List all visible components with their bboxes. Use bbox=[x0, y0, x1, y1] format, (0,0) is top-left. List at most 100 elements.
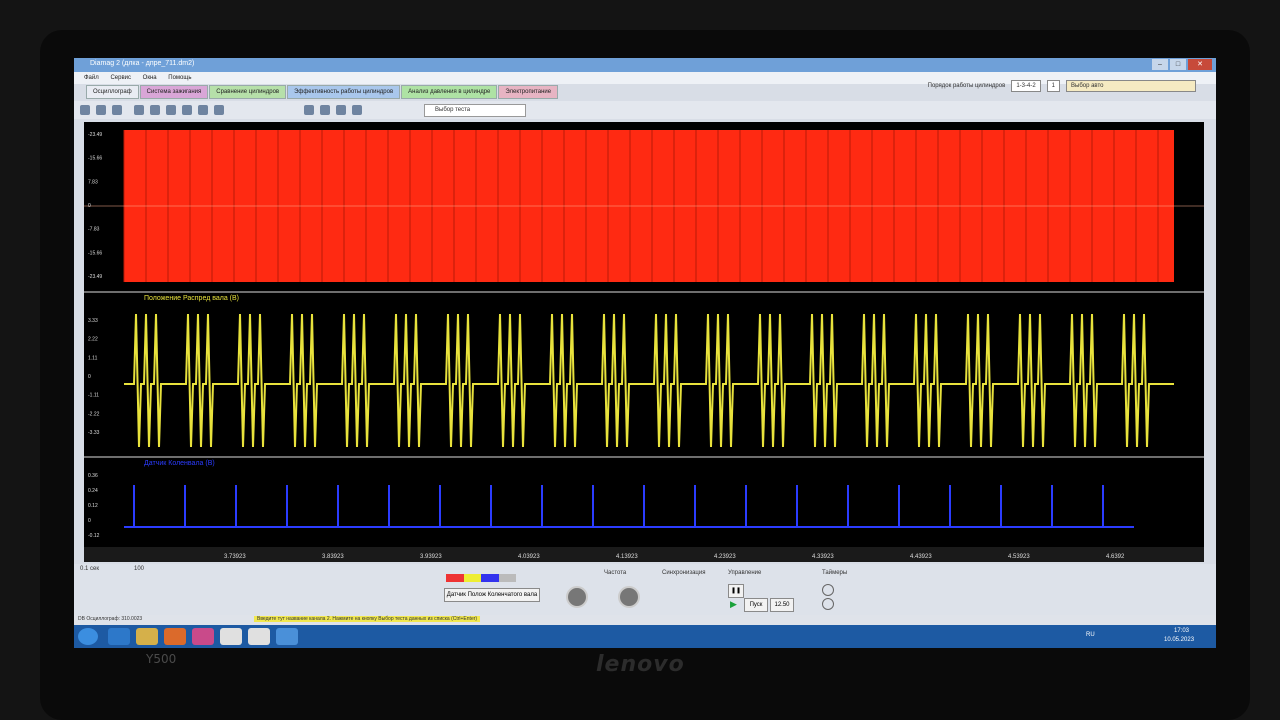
channel-blue-button[interactable] bbox=[481, 574, 499, 582]
laptop-brand-logo: lenovo bbox=[596, 652, 685, 677]
y-tick-label: 0.24 bbox=[88, 488, 98, 494]
play-icon[interactable]: ▶ bbox=[730, 599, 737, 610]
control-label: Управление bbox=[728, 570, 762, 576]
new-file-icon[interactable] bbox=[80, 105, 90, 115]
explorer-icon[interactable] bbox=[136, 628, 158, 645]
y-tick-label: -23.49 bbox=[88, 274, 102, 280]
status-bar: DB Осциллограф: 310.0023 Введите тут наз… bbox=[74, 615, 1216, 625]
tab-oscilloscope[interactable]: Осциллограф bbox=[86, 85, 139, 99]
measure-icon[interactable] bbox=[166, 105, 176, 115]
x-tick-label: 3.93923 bbox=[420, 554, 442, 560]
mode-select[interactable]: Выбор авто bbox=[1066, 80, 1196, 92]
y-tick-label: -1.11 bbox=[88, 393, 99, 399]
minimize-button[interactable]: – bbox=[1152, 59, 1168, 70]
channel-yellow-button[interactable] bbox=[463, 574, 481, 582]
tab-cylinder-efficiency[interactable]: Эффективность работы цилиндров bbox=[287, 85, 401, 99]
y-tick-label: 7.83 bbox=[88, 179, 98, 185]
oscilloscope-svg: Положение Распред вала (В) Датчик Коленва… bbox=[84, 130, 1204, 562]
y-tick-label: -15.66 bbox=[88, 156, 102, 162]
y-tick-label: -23.49 bbox=[88, 132, 102, 138]
x-tick-label: 4.13923 bbox=[616, 554, 638, 560]
menu-help[interactable]: Помощь bbox=[168, 75, 191, 81]
channel-color-buttons bbox=[446, 574, 516, 582]
maximize-button[interactable]: □ bbox=[1170, 59, 1186, 70]
pause-button[interactable]: ❚❚ bbox=[728, 584, 744, 598]
y-tick-label: 3.33 bbox=[88, 318, 98, 324]
menu-file[interactable]: Файл bbox=[84, 75, 99, 81]
sync-icon[interactable] bbox=[352, 105, 362, 115]
y-tick-label: 0 bbox=[88, 518, 91, 524]
y-tick-label: 0 bbox=[88, 374, 91, 380]
ie-icon[interactable] bbox=[108, 628, 130, 645]
cyl-order-select[interactable]: 1-3-4-2 bbox=[1011, 80, 1041, 92]
close-button[interactable]: ✕ bbox=[1188, 59, 1212, 70]
taskbar: RU 17:03 10.05.2023 bbox=[74, 625, 1216, 648]
media-player-icon[interactable] bbox=[164, 628, 186, 645]
cyl-number-spinner[interactable]: 1 bbox=[1046, 80, 1060, 92]
channel-title: Положение Распред вала (В) bbox=[144, 295, 239, 302]
tab-ignition[interactable]: Система зажигания bbox=[139, 85, 209, 99]
settings-icon[interactable] bbox=[304, 105, 314, 115]
y-tick-label: -0.12 bbox=[88, 533, 100, 539]
chrome-icon-2[interactable] bbox=[248, 628, 270, 645]
time-value: 12.50 bbox=[770, 598, 794, 612]
channel-red-button[interactable] bbox=[446, 574, 464, 582]
grid-icon[interactable] bbox=[198, 105, 208, 115]
frequency-knob[interactable] bbox=[566, 586, 588, 608]
menu-service[interactable]: Сервис bbox=[110, 75, 131, 81]
y-tick-label: -2.22 bbox=[88, 411, 100, 417]
timer-icon[interactable] bbox=[822, 584, 834, 596]
x-tick-label: 4.03923 bbox=[518, 554, 540, 560]
window-controls: – □ ✕ bbox=[1152, 59, 1212, 70]
tab-strip: Осциллограф Система зажигания Сравнение … bbox=[86, 85, 559, 99]
sensor-select[interactable]: Датчик Полож Коленчатого вала bbox=[444, 588, 540, 602]
laptop-model-label: Y500 bbox=[146, 652, 177, 666]
move-icon[interactable] bbox=[182, 105, 192, 115]
start-orb-icon[interactable] bbox=[78, 628, 98, 645]
y-tick-label: -7.83 bbox=[88, 227, 100, 233]
x-tick-label: 4.6392 bbox=[1106, 554, 1125, 560]
menu-windows[interactable]: Окна bbox=[143, 75, 157, 81]
app-icon[interactable] bbox=[192, 628, 214, 645]
timer-icon-2[interactable] bbox=[822, 598, 834, 610]
x-tick-label: 4.33923 bbox=[812, 554, 834, 560]
clock-time[interactable]: 17:03 bbox=[1174, 628, 1189, 634]
oscilloscope-plot[interactable]: Положение Распред вала (В) Датчик Коленва… bbox=[84, 122, 1204, 562]
scale-right-label: 100 bbox=[134, 566, 145, 572]
frequency-label: Частота bbox=[604, 570, 627, 576]
status-message: Введите тут название канала 2. Нажмите н… bbox=[254, 616, 481, 622]
channel-gray-button[interactable] bbox=[498, 574, 516, 582]
start-button[interactable]: Пуск bbox=[744, 598, 768, 612]
x-tick-label: 4.53923 bbox=[1008, 554, 1030, 560]
y-tick-label: 0 bbox=[88, 203, 91, 209]
save-icon[interactable] bbox=[112, 105, 122, 115]
tab-pressure-analysis[interactable]: Анализ давления в цилиндре bbox=[401, 85, 498, 99]
tab-power-supply[interactable]: Электропитание bbox=[498, 85, 559, 99]
x-tick-label: 3.83923 bbox=[322, 554, 344, 560]
y-tick-label: 0.36 bbox=[88, 473, 98, 479]
scale-left-label: 0.1 сек bbox=[80, 566, 99, 572]
cursor-icon[interactable] bbox=[134, 105, 144, 115]
time-axis-band bbox=[84, 547, 1204, 562]
x-tick-label: 3.73923 bbox=[224, 554, 246, 560]
chrome-icon[interactable] bbox=[220, 628, 242, 645]
sync-label: Синхронизация bbox=[662, 570, 706, 576]
x-tick-label: 4.43923 bbox=[910, 554, 932, 560]
bottom-control-panel: 0.1 сек 100 Датчик Полож Коленчатого вал… bbox=[74, 564, 1216, 616]
split-icon[interactable] bbox=[336, 105, 346, 115]
status-left: DB Осциллограф: 310.0023 bbox=[78, 616, 143, 622]
zoom-icon[interactable] bbox=[150, 105, 160, 115]
filter-icon[interactable] bbox=[214, 105, 224, 115]
y-tick-label: -3.33 bbox=[88, 430, 100, 436]
x-tick-label: 4.23923 bbox=[714, 554, 736, 560]
diamag-icon[interactable] bbox=[276, 628, 298, 645]
title-bar: Diamag 2 (длка - дпре_711.dm2) – □ ✕ bbox=[74, 58, 1216, 72]
y-tick-label: 1.11 bbox=[88, 355, 98, 361]
test-select[interactable]: Выбор теста bbox=[424, 104, 526, 117]
open-file-icon[interactable] bbox=[96, 105, 106, 115]
language-indicator[interactable]: RU bbox=[1086, 632, 1095, 638]
clock-date[interactable]: 10.05.2023 bbox=[1164, 637, 1194, 643]
table-icon[interactable] bbox=[320, 105, 330, 115]
tab-cylinder-compare[interactable]: Сравнение цилиндров bbox=[209, 85, 287, 99]
frequency-knob-2[interactable] bbox=[618, 586, 640, 608]
